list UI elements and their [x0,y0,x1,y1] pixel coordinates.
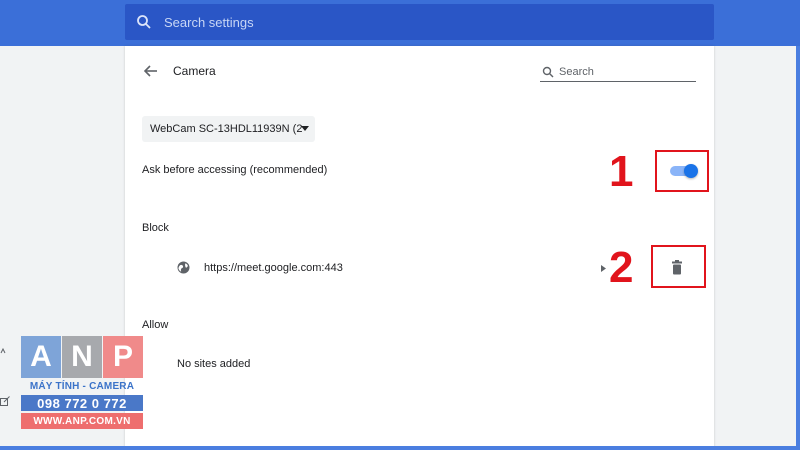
annotation-number-1: 1 [609,147,634,196]
frame-edge-right [796,46,800,450]
annotation-box-1 [655,150,709,192]
back-arrow-icon[interactable] [143,63,159,79]
allow-heading: Allow [142,319,169,331]
right-background [714,46,800,450]
allow-empty-text: No sites added [177,358,251,370]
logo-letter-a: A [21,336,61,378]
logo-letter-p: P [103,336,143,378]
selected-device-label: WebCam SC-13HDL11939N (2 [150,123,303,135]
dropdown-caret-icon [301,126,309,132]
logo-phone: 098 772 0 772 [21,395,143,411]
logo-letter-n: N [62,336,102,378]
globe-icon [177,261,190,274]
page-title: Camera [173,64,216,78]
block-heading: Block [142,222,169,234]
annotation-number-2: 2 [609,243,634,292]
frame-edge-bottom [0,446,800,450]
anp-logo: A N P MÁY TÍNH - CAMERA 098 772 0 772 WW… [21,336,143,432]
camera-search-input[interactable]: Search [540,62,696,82]
search-settings-placeholder: Search settings [164,14,254,30]
search-icon [136,14,152,30]
search-settings-bar[interactable]: Search settings [125,4,714,40]
annotation-box-2 [651,245,706,288]
blocked-site-url: https://meet.google.com:443 [204,262,343,274]
expand-arrow-icon[interactable] [601,265,606,272]
camera-search-placeholder: Search [559,65,594,78]
cursor-caret-icon [0,348,6,354]
camera-device-dropdown[interactable]: WebCam SC-13HDL11939N (2 [142,116,315,142]
open-external-icon [0,396,10,406]
search-icon [542,66,554,78]
logo-tagline: MÁY TÍNH - CAMERA [29,381,135,392]
ask-before-accessing-label: Ask before accessing (recommended) [142,164,328,176]
logo-website: WWW.ANP.COM.VN [21,413,143,429]
